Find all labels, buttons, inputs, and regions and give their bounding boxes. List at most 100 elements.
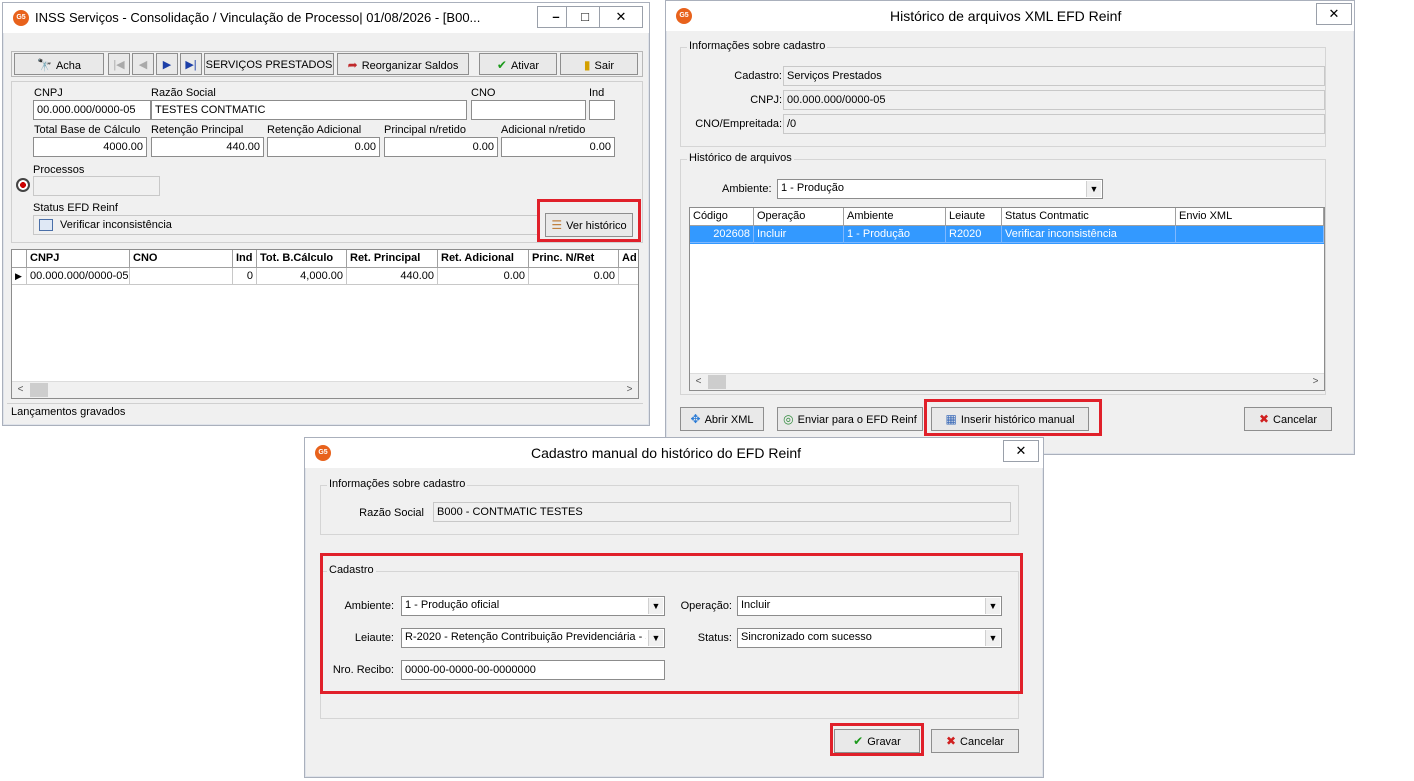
historico-window: G5 Histórico de arquivos XML EFD Reinf ✕…	[665, 0, 1355, 455]
cell-envio-xml[interactable]	[1176, 226, 1324, 243]
cell-ad[interactable]	[619, 268, 638, 285]
razao-field[interactable]: TESTES CONTMATIC	[151, 100, 467, 120]
grid-header-princ-nret[interactable]: Princ. N/Ret	[529, 250, 619, 268]
principal-nretido-label: Principal n/retido	[384, 124, 466, 136]
last-record-button[interactable]: ▶|	[180, 53, 202, 75]
cell-status-contmatic[interactable]: Verificar inconsistência	[1002, 226, 1176, 243]
grid-header-operacao[interactable]: Operação	[754, 208, 844, 226]
sair-label: Sair	[594, 60, 615, 72]
scroll-right-icon[interactable]: >	[621, 382, 638, 398]
grid-header-status-contmatic[interactable]: Status Contmatic	[1002, 208, 1176, 226]
cell-cno[interactable]	[130, 268, 233, 285]
cno-field: /0	[783, 114, 1325, 134]
grid-header-envio-xml[interactable]: Envio XML	[1176, 208, 1324, 226]
gravar-highlight	[830, 723, 924, 756]
cell-ambiente[interactable]: 1 - Produção	[844, 226, 946, 243]
cnpj-field[interactable]: 00.000.000/0000-05	[33, 100, 151, 120]
cell-ret-principal[interactable]: 440.00	[347, 268, 438, 285]
close-button[interactable]: ✕	[599, 6, 643, 28]
target-icon[interactable]	[16, 178, 30, 192]
grid-horizontal-scrollbar[interactable]: < >	[12, 381, 638, 398]
servicos-label: SERVIÇOS PRESTADOS	[205, 59, 333, 71]
grid-header-tot-bcalculo[interactable]: Tot. B.Cálculo	[257, 250, 347, 268]
ver-historico-highlight	[537, 199, 641, 242]
ambiente-select-value: 1 - Produção	[781, 182, 844, 194]
grid-header-cno[interactable]: CNO	[130, 250, 233, 268]
grid-header-ad[interactable]: Ad	[619, 250, 638, 268]
reorganizar-saldos-button[interactable]: ➦ Reorganizar Saldos	[337, 53, 469, 75]
razao-social-field: B000 - CONTMATIC TESTES	[433, 502, 1011, 522]
ind-field[interactable]	[589, 100, 615, 120]
grid-header-ambiente[interactable]: Ambiente	[844, 208, 946, 226]
cell-ind[interactable]: 0	[233, 268, 257, 285]
principal-nretido-field[interactable]: 0.00	[384, 137, 498, 157]
grid-header-ret-adicional[interactable]: Ret. Adicional	[438, 250, 529, 268]
cadastro-manual-window-title: Cadastro manual do histórico do EFD Rein…	[531, 445, 802, 461]
next-record-button[interactable]: ▶	[156, 53, 178, 75]
scroll-thumb[interactable]	[30, 383, 48, 397]
enviar-efd-button[interactable]: ◎ Enviar para o EFD Reinf	[777, 407, 923, 431]
xml-icon: ✥	[690, 412, 701, 426]
cadastro-field: Serviços Prestados	[783, 66, 1325, 86]
send-globe-icon: ◎	[783, 412, 794, 426]
app-logo-icon: G5	[315, 445, 331, 461]
scroll-right-icon[interactable]: >	[1307, 374, 1324, 390]
first-record-button[interactable]: |◀	[108, 53, 130, 75]
cell-codigo[interactable]: 202608	[690, 226, 754, 243]
row-indicator-icon: ▶	[12, 268, 27, 285]
enviar-label: Enviar para o EFD Reinf	[797, 414, 917, 426]
grid-header-leiaute[interactable]: Leiaute	[946, 208, 1002, 226]
cell-ret-adicional[interactable]: 0.00	[438, 268, 529, 285]
abrir-xml-button[interactable]: ✥ Abrir XML	[680, 407, 764, 431]
total-base-field[interactable]: 4000.00	[33, 137, 147, 157]
adicional-nretido-field[interactable]: 0.00	[501, 137, 615, 157]
inss-titlebar[interactable]: G5 INSS Serviços - Consolidação / Vincul…	[3, 3, 649, 33]
scroll-left-icon[interactable]: <	[690, 374, 707, 390]
historico-horizontal-scrollbar[interactable]: < >	[690, 373, 1324, 390]
adicional-nretido-label: Adicional n/retido	[501, 124, 586, 136]
app-logo-icon: G5	[676, 8, 692, 24]
inserir-historico-highlight	[924, 399, 1102, 436]
servicos-prestados-button[interactable]: SERVIÇOS PRESTADOS	[204, 53, 334, 75]
retencao-principal-field[interactable]: 440.00	[151, 137, 264, 157]
retencao-adicional-field[interactable]: 0.00	[267, 137, 380, 157]
razao-label: Razão Social	[151, 87, 216, 99]
razao-social-label: Razão Social	[359, 507, 424, 519]
reorganizar-label: Reorganizar Saldos	[361, 60, 459, 72]
processos-label: Processos	[33, 164, 85, 176]
ind-label: Ind	[589, 87, 605, 99]
prev-record-button[interactable]: ◀	[132, 53, 154, 75]
abrir-xml-label: Abrir XML	[704, 414, 754, 426]
close-button[interactable]: ✕	[1316, 3, 1352, 25]
cancelar-button[interactable]: ✖ Cancelar	[1244, 407, 1332, 431]
close-button[interactable]: ✕	[1003, 440, 1039, 462]
table-row[interactable]: 202608 Incluir 1 - Produção R2020 Verifi…	[690, 226, 1324, 244]
historico-titlebar[interactable]: G5 Histórico de arquivos XML EFD Reinf ✕	[666, 1, 1354, 31]
grid-header-codigo[interactable]: Código	[690, 208, 754, 226]
cell-operacao[interactable]: Incluir	[754, 226, 844, 243]
grid-header-ret-principal[interactable]: Ret. Principal	[347, 250, 438, 268]
cadastro-manual-titlebar[interactable]: G5 Cadastro manual do histórico do EFD R…	[305, 438, 1043, 468]
scroll-thumb[interactable]	[708, 375, 726, 389]
scroll-left-icon[interactable]: <	[12, 382, 29, 398]
cancel-x-icon: ✖	[945, 734, 957, 748]
acha-button[interactable]: 🔭 Acha	[14, 53, 104, 75]
cell-princ-nret[interactable]: 0.00	[529, 268, 619, 285]
inss-grid[interactable]: CNPJ CNO Ind Tot. B.Cálculo Ret. Princip…	[11, 249, 639, 399]
grid-header-cnpj[interactable]: CNPJ	[27, 250, 130, 268]
cell-cnpj[interactable]: 00.000.000/0000-05	[27, 268, 130, 285]
chevron-down-icon[interactable]: ▼	[1086, 181, 1101, 197]
cell-tot-bcalculo[interactable]: 4,000.00	[257, 268, 347, 285]
sair-button[interactable]: ▮ Sair	[560, 53, 638, 75]
historico-arquivos-title: Histórico de arquivos	[687, 152, 794, 164]
historico-grid[interactable]: Código Operação Ambiente Leiaute Status …	[689, 207, 1325, 391]
processos-field	[33, 176, 160, 196]
cell-leiaute[interactable]: R2020	[946, 226, 1002, 243]
ativar-button[interactable]: ✔ Ativar	[479, 53, 557, 75]
ambiente-select[interactable]: 1 - Produção ▼	[777, 179, 1103, 199]
grid-header-ind[interactable]: Ind	[233, 250, 257, 268]
cno-field[interactable]	[471, 100, 586, 120]
cnpj-label: CNPJ:	[750, 94, 782, 106]
cancelar-button[interactable]: ✖ Cancelar	[931, 729, 1019, 753]
reorganize-icon: ➦	[347, 58, 358, 72]
